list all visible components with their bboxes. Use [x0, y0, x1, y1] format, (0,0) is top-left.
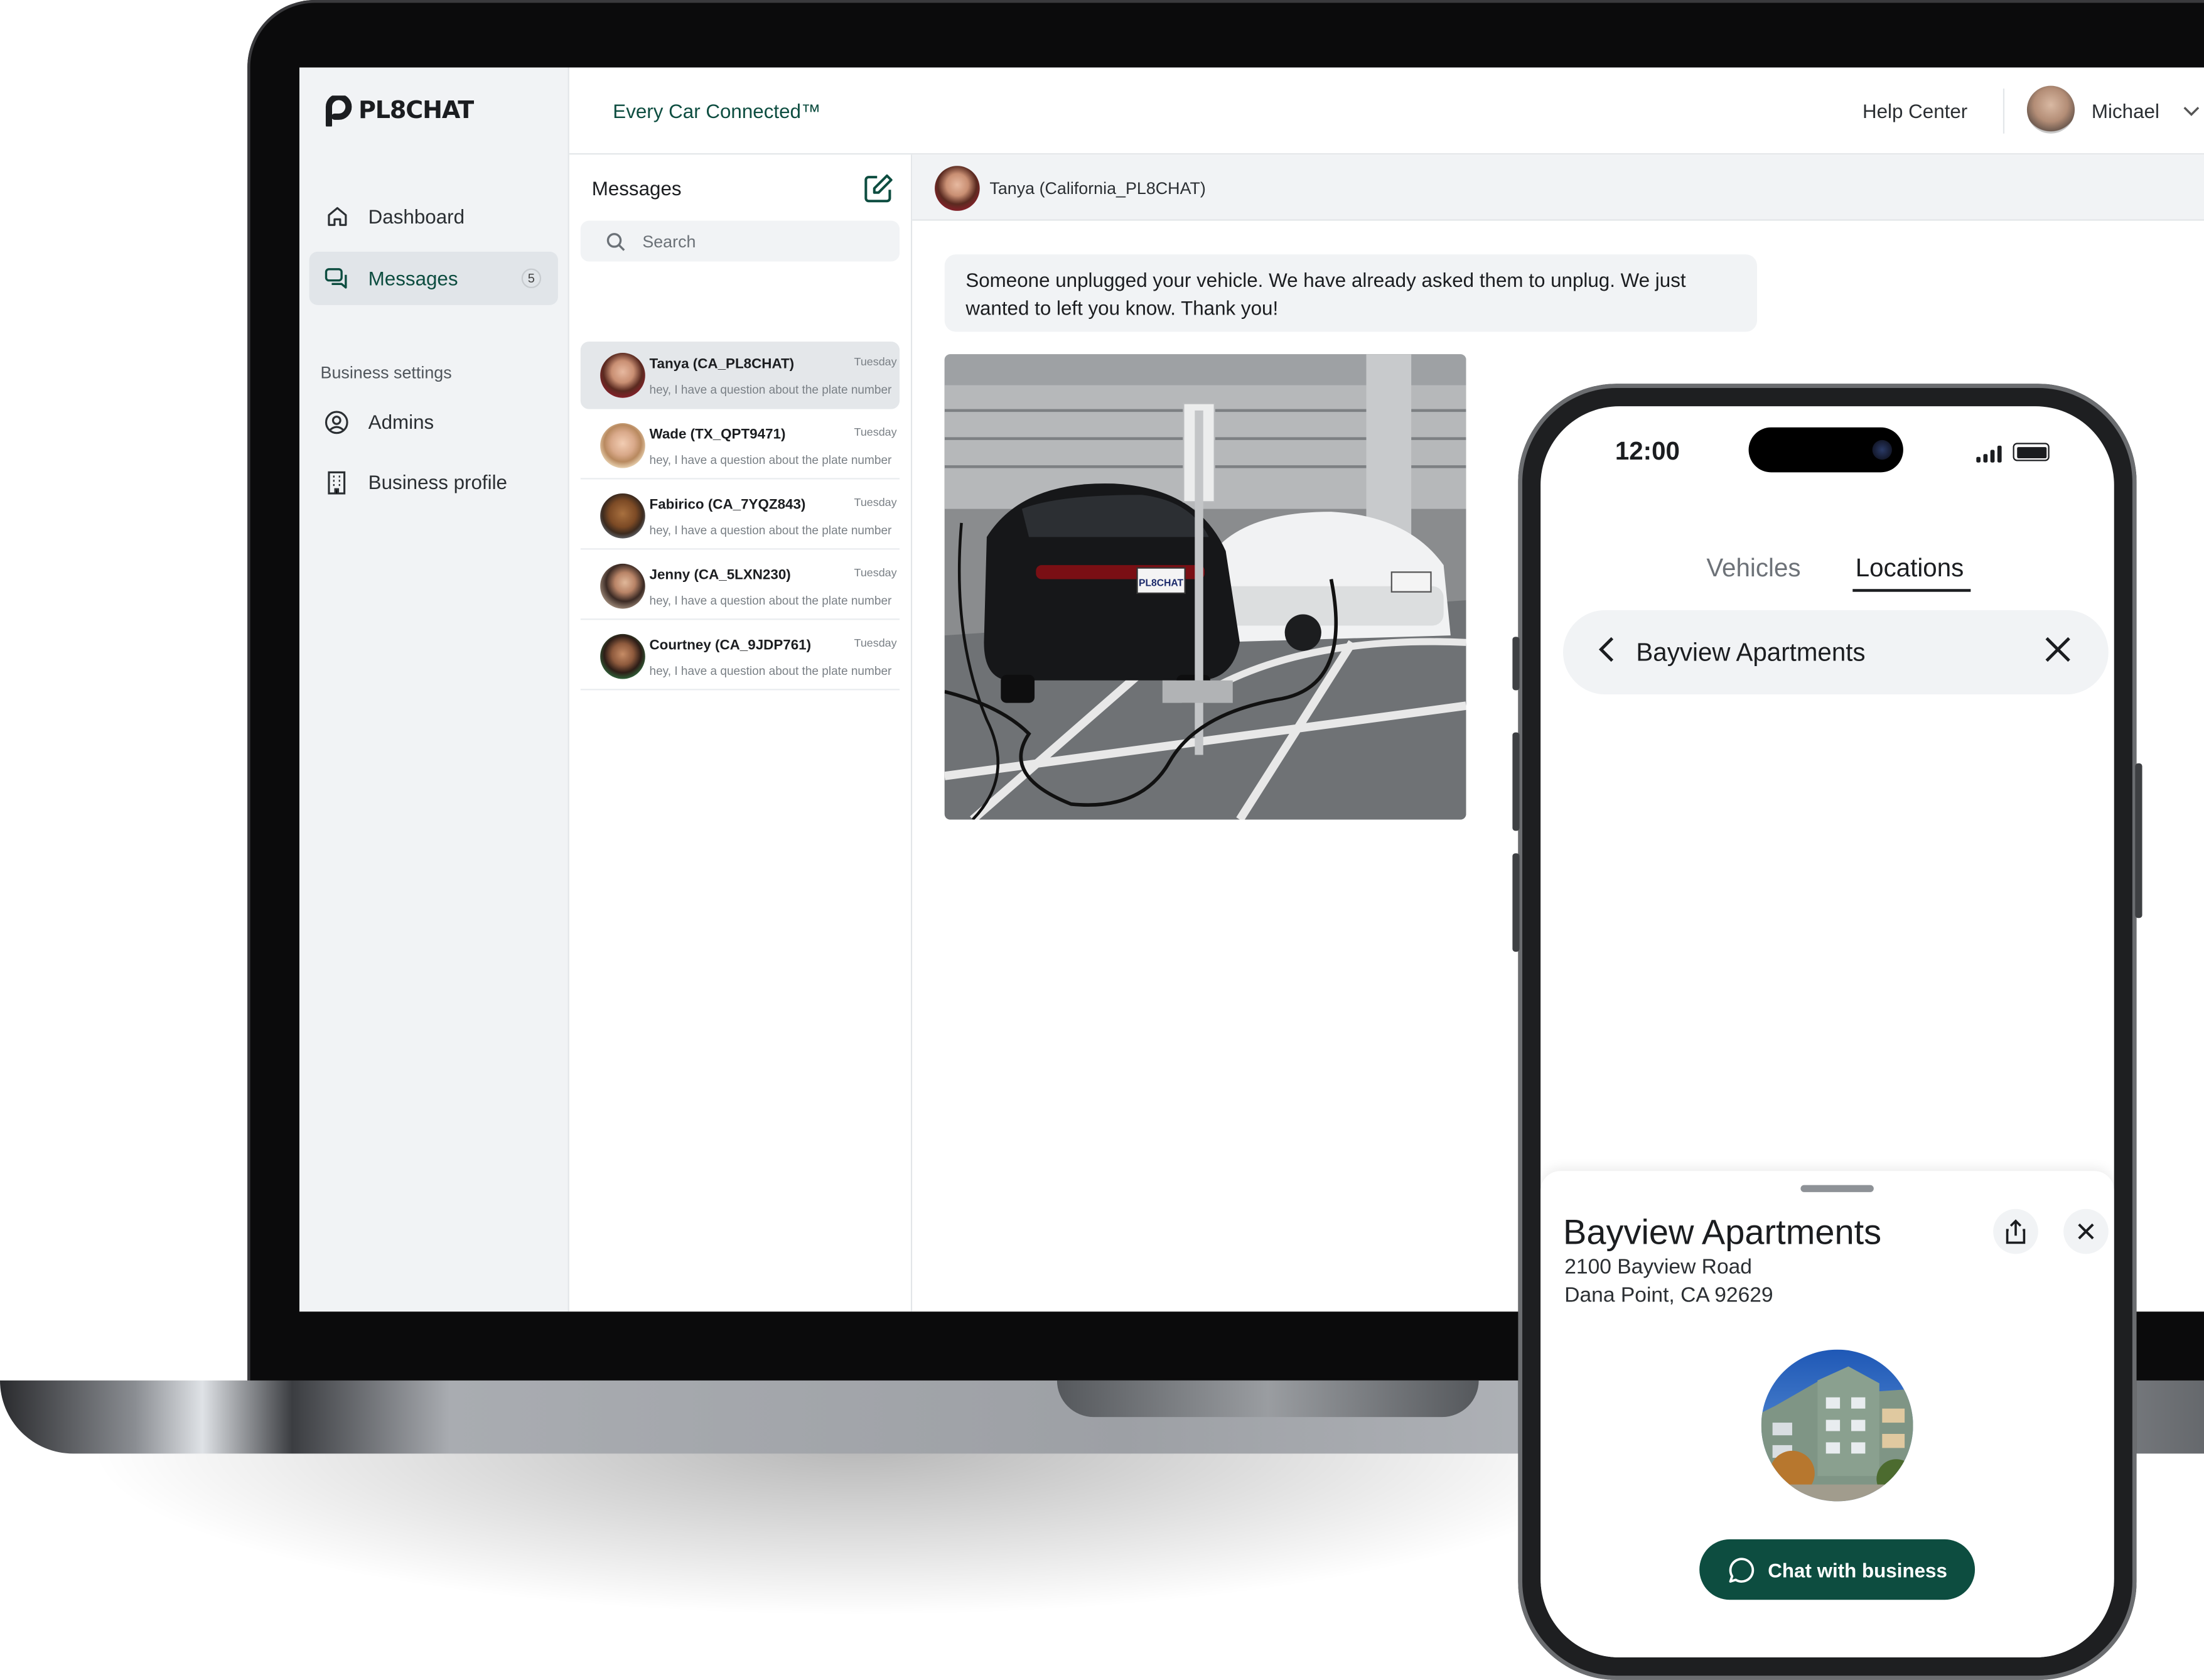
conversation-preview: hey, I have a question about the plate n… — [649, 453, 892, 467]
home-icon — [325, 205, 348, 229]
sidebar-item-business-profile[interactable]: Business profile — [309, 456, 558, 509]
message-bubble: Someone unplugged your vehicle. We have … — [944, 254, 1758, 332]
conversation-day: Tuesday — [854, 637, 897, 650]
search-icon — [606, 232, 625, 250]
conversation-item[interactable]: Jenny (CA_5LXN230) Tuesday hey, I have a… — [580, 552, 900, 620]
logo[interactable]: PL8CHAT — [325, 95, 474, 127]
parking-garage-photo: PL8CHAT — [944, 354, 1466, 820]
logo-text: PL8CHAT — [358, 97, 474, 126]
conversation-day: Tuesday — [854, 426, 897, 439]
chat-icon — [325, 266, 348, 290]
avatar — [600, 563, 645, 609]
close-icon[interactable] — [2063, 1209, 2109, 1254]
avatar — [935, 166, 980, 211]
contact-name: Tanya (California_PL8CHAT) — [989, 178, 1206, 198]
conversation-name: Courtney (CA_9JDP761) — [649, 638, 812, 654]
conversation-day: Tuesday — [854, 355, 897, 369]
pl8chat-logo-icon — [325, 95, 352, 127]
sidebar-item-label: Dashboard — [368, 205, 465, 228]
conversation-day: Tuesday — [854, 496, 897, 509]
messages-panel: Messages Search Tanya (CA_PL8CHAT) Tuesd… — [569, 154, 913, 1312]
search-placeholder: Search — [642, 231, 696, 251]
conversation-item[interactable]: Wade (TX_QPT9471) Tuesday hey, I have a … — [580, 412, 900, 480]
chat-bubble-icon — [1728, 1557, 1754, 1582]
user-name[interactable]: Michael — [2092, 100, 2159, 122]
license-plate-text: PL8CHAT — [1139, 578, 1183, 589]
location-bottom-sheet: Bayview Apartments 2100 Bayview Road Dan… — [1540, 1171, 2114, 1658]
sheet-grabber[interactable] — [1800, 1185, 1874, 1192]
conversation-preview: hey, I have a question about the plate n… — [649, 522, 892, 537]
message-photo[interactable]: PL8CHAT — [944, 354, 1466, 820]
section-label-business-settings: Business settings — [320, 362, 452, 383]
avatar — [600, 493, 645, 539]
sidebar-item-messages[interactable]: Messages 5 — [309, 251, 558, 305]
phone-side-button — [1512, 853, 1520, 952]
tagline: Every Car Connected™ — [613, 99, 821, 122]
sidebar-item-label: Admins — [368, 410, 434, 433]
active-tab-indicator — [1852, 589, 1971, 592]
conversation-header: Tanya (California_PL8CHAT) — [912, 154, 2204, 221]
messages-title: Messages — [591, 177, 682, 200]
camera-icon — [1872, 439, 1892, 460]
user-avatar[interactable] — [2026, 85, 2075, 134]
unread-count-badge: 5 — [521, 268, 542, 289]
battery-icon — [2013, 443, 2050, 461]
location-photo — [1761, 1349, 1913, 1502]
conversation-preview: hey, I have a question about the plate n… — [649, 593, 892, 608]
conversation-item[interactable]: Courtney (CA_9JDP761) Tuesday hey, I hav… — [580, 623, 900, 691]
phone-side-button — [1512, 732, 1520, 831]
conversation-day: Tuesday — [854, 566, 897, 579]
sidebar-item-label: Messages — [368, 267, 458, 290]
conversation-preview: hey, I have a question about the plate n… — [649, 382, 892, 397]
close-icon[interactable] — [2038, 630, 2078, 669]
conversation-name: Tanya (CA_PL8CHAT) — [649, 357, 795, 373]
sidebar: PL8CHAT Dashboard Messages 5 Business se… — [299, 67, 569, 1312]
compose-icon[interactable] — [863, 173, 894, 203]
chevron-down-icon[interactable] — [2183, 101, 2200, 121]
avatar — [600, 353, 645, 398]
top-bar: Every Car Connected™ Help Center Michael — [569, 67, 2204, 155]
chat-with-business-button[interactable]: Chat with business — [1699, 1539, 1976, 1600]
tab-vehicles[interactable]: Vehicles — [1706, 554, 1800, 583]
marketing-composite: PL8CHAT Dashboard Messages 5 Business se… — [0, 0, 2204, 1680]
conversation-name: Wade (TX_QPT9471) — [649, 427, 786, 443]
search-input[interactable]: Search — [580, 220, 900, 262]
location-filter-pill[interactable]: Bayview Apartments — [1562, 610, 2109, 695]
conversation-preview: hey, I have a question about the plate n… — [649, 663, 892, 678]
conversation-item[interactable]: Fabirico (CA_7YQZ843) Tuesday hey, I hav… — [580, 482, 900, 550]
phone-frame: 12:00 Vehicles Locations Bayview Apartme… — [1512, 384, 2142, 1680]
phone-screen: 12:00 Vehicles Locations Bayview Apartme… — [1540, 406, 2114, 1658]
user-circle-icon — [325, 410, 348, 434]
sidebar-item-dashboard[interactable]: Dashboard — [309, 190, 558, 243]
tab-locations[interactable]: Locations — [1856, 554, 1964, 583]
laptop-notch — [1056, 1380, 1479, 1418]
location-title: Bayview Apartments — [1562, 1213, 1882, 1253]
phone-side-button — [2135, 763, 2142, 918]
address-line-1: 2100 Bayview Road — [1564, 1255, 1752, 1279]
chevron-left-icon[interactable] — [1597, 635, 1616, 672]
conversation-name: Jenny (CA_5LXN230) — [649, 568, 791, 584]
avatar — [600, 423, 645, 468]
divider — [2002, 89, 2005, 134]
building-icon — [325, 470, 348, 494]
laptop-shadow — [84, 1448, 1631, 1617]
chat-button-label: Chat with business — [1768, 1558, 1947, 1581]
share-icon[interactable] — [1993, 1209, 2038, 1254]
signal-icon — [1976, 445, 2002, 463]
help-center-link[interactable]: Help Center — [1863, 100, 1967, 122]
phone-side-button — [1512, 637, 1520, 691]
conversation-name: Fabirico (CA_7YQZ843) — [649, 497, 806, 514]
sidebar-item-label: Business profile — [368, 471, 507, 493]
conversation-item[interactable]: Tanya (CA_PL8CHAT) Tuesday hey, I have a… — [580, 342, 900, 409]
location-filter-label: Bayview Apartments — [1636, 638, 1866, 667]
sidebar-item-admins[interactable]: Admins — [309, 395, 558, 448]
address-line-2: Dana Point, CA 92629 — [1564, 1283, 1773, 1308]
status-time: 12:00 — [1615, 437, 1680, 466]
avatar — [600, 633, 645, 679]
